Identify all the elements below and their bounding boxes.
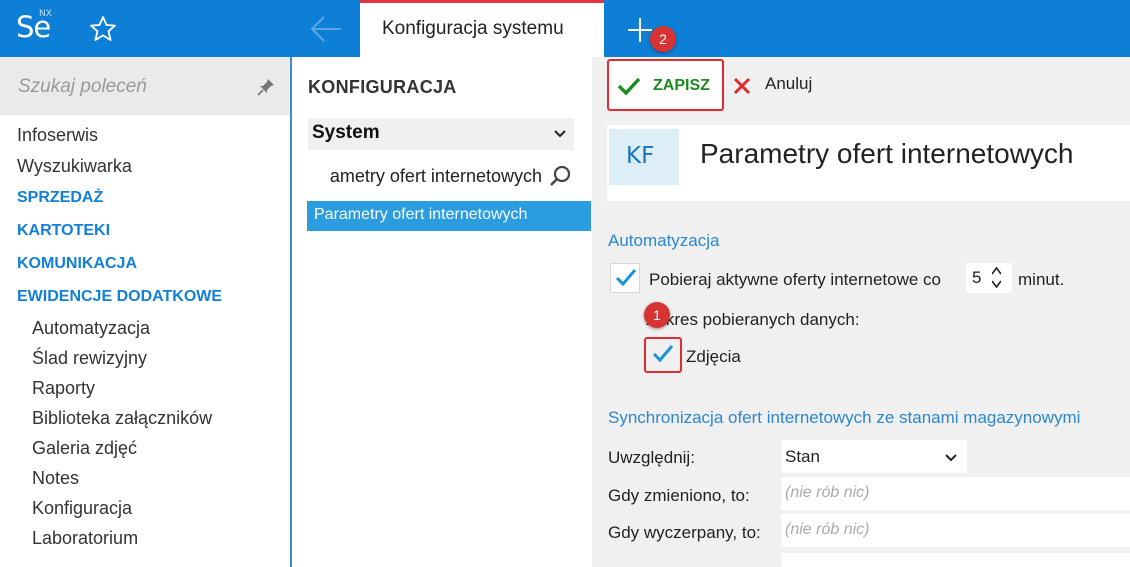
search-icon[interactable] xyxy=(548,164,572,188)
record-badge: KF xyxy=(609,129,679,185)
tab-konfiguracja-systemu[interactable]: Konfiguracja systemu xyxy=(360,0,604,57)
sidebar-section-komunikacja[interactable]: KOMUNIKACJA xyxy=(17,255,137,273)
include-label: Uwzględnij: xyxy=(608,448,695,467)
step-marker-2: 2 xyxy=(650,26,676,52)
record-header: KF Parametry ofert internetowych xyxy=(607,125,1130,201)
sidebar-item-konfiguracja[interactable]: Konfiguracja xyxy=(32,498,132,519)
chevron-down-icon xyxy=(945,451,957,463)
record-badge-text: KF xyxy=(626,143,655,169)
sidebar-item-biblioteka[interactable]: Biblioteka załączników xyxy=(32,408,212,429)
stepper-up-icon[interactable] xyxy=(992,267,1001,275)
interval-stepper[interactable]: 5 xyxy=(966,263,1012,293)
section-sync-heading: Synchronizacja ofert internetowych ze st… xyxy=(608,408,1081,427)
page-title: Parametry ofert internetowych xyxy=(700,138,1074,169)
sidebar: Szukaj poleceń Infoserwis Wyszukiwarka S… xyxy=(0,57,292,567)
interval-unit-label: minut. xyxy=(1018,270,1065,289)
config-list-item[interactable]: Parametry ofert internetowych xyxy=(307,201,591,231)
fetch-offers-checkbox[interactable] xyxy=(610,263,640,293)
app-logo[interactable]: Se NX xyxy=(0,0,72,57)
check-icon xyxy=(617,76,641,96)
pin-icon[interactable] xyxy=(256,77,276,97)
sidebar-section-kartoteki[interactable]: KARTOTEKI xyxy=(17,222,110,240)
fetch-offers-label: Pobieraj aktywne oferty internetowe co xyxy=(649,270,941,289)
command-search-input[interactable]: Szukaj poleceń xyxy=(0,57,290,115)
changed-label: Gdy zmieniono, to: xyxy=(608,486,750,505)
step-marker-1: 1 xyxy=(644,302,670,328)
include-select-value: Stan xyxy=(785,447,820,466)
save-button[interactable]: ZAPISZ xyxy=(607,59,724,111)
arrow-left-icon[interactable] xyxy=(308,14,344,44)
search-placeholder: Szukaj poleceń xyxy=(18,76,147,97)
close-icon[interactable] xyxy=(733,77,751,95)
stepper-down-icon[interactable] xyxy=(992,280,1001,288)
changed-action-value: (nie rób nic) xyxy=(785,484,870,501)
cancel-button[interactable]: Anuluj xyxy=(765,74,812,94)
sidebar-section-sprzedaz[interactable]: SPRZEDAŻ xyxy=(17,189,103,207)
panel-title: KONFIGURACJA xyxy=(308,77,457,97)
exhausted-label: Gdy wyczerpany, to: xyxy=(608,523,761,542)
sidebar-item-galeria[interactable]: Galeria zdjęć xyxy=(32,438,137,459)
config-search-value: ametry ofert internetowych xyxy=(329,166,542,186)
sidebar-item-infoserwis[interactable]: Infoserwis xyxy=(17,125,98,146)
config-search-input[interactable]: ametry ofert internetowych xyxy=(308,160,574,192)
chevron-down-icon xyxy=(554,127,566,139)
sidebar-section-ewidencje[interactable]: EWIDENCJE DODATKOWE xyxy=(17,288,222,306)
system-select[interactable]: System xyxy=(308,118,574,150)
detail-panel: ZAPISZ Anuluj KF Parametry ofert interne… xyxy=(592,57,1130,567)
photos-label: Zdjęcia xyxy=(686,347,741,366)
section-automation-heading: Automatyzacja xyxy=(608,231,720,250)
photos-checkbox[interactable] xyxy=(648,340,678,370)
exhausted-action-value: (nie rób nic) xyxy=(785,521,870,538)
sidebar-item-notes[interactable]: Notes xyxy=(32,468,79,489)
save-label: ZAPISZ xyxy=(653,77,710,94)
sidebar-item-slad-rewizyjny[interactable]: Ślad rewizyjny xyxy=(32,348,147,369)
logo-superscript: NX xyxy=(39,9,52,19)
changed-action-field[interactable]: (nie rób nic) xyxy=(781,477,1130,510)
next-action-field[interactable] xyxy=(781,553,1130,567)
sidebar-item-wyszukiwarka[interactable]: Wyszukiwarka xyxy=(17,156,132,177)
star-icon[interactable] xyxy=(88,14,118,44)
sidebar-item-laboratorium[interactable]: Laboratorium xyxy=(32,528,138,549)
tab-label: Konfiguracja systemu xyxy=(382,18,564,39)
config-list-item-label: Parametry ofert internetowych xyxy=(314,206,528,223)
exhausted-action-field[interactable]: (nie rób nic) xyxy=(781,514,1130,547)
include-select[interactable]: Stan xyxy=(781,440,967,473)
range-label: Zakres pobieranych danych: xyxy=(646,310,860,329)
sidebar-item-automatyzacja[interactable]: Automatyzacja xyxy=(32,318,150,339)
interval-value: 5 xyxy=(972,268,982,287)
sidebar-item-raporty[interactable]: Raporty xyxy=(32,378,95,399)
configuration-panel: KONFIGURACJA System ametry ofert interne… xyxy=(292,57,592,567)
system-select-value: System xyxy=(312,122,380,143)
